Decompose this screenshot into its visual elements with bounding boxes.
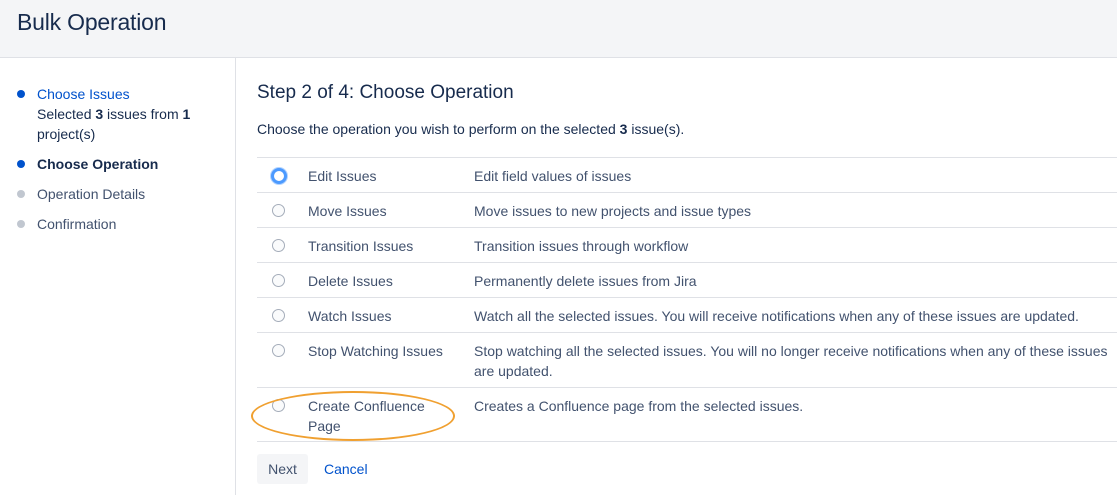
step-heading: Step 2 of 4: Choose Operation	[257, 82, 514, 103]
operation-name: Watch Issues	[308, 308, 392, 324]
step-confirmation: Confirmation	[37, 216, 117, 232]
operation-row-delete[interactable]: Delete Issues Permanently delete issues …	[257, 262, 1117, 297]
operation-name: Create Confluence Page	[308, 398, 425, 434]
step-operation-details: Operation Details	[37, 186, 146, 202]
operation-row-stop-watching[interactable]: Stop Watching Issues Stop watching all t…	[257, 332, 1117, 387]
radio-move-issues[interactable]	[272, 204, 285, 217]
operation-description: Edit field values of issues	[474, 168, 632, 184]
step-choose-issues-link[interactable]: Choose Issues	[37, 86, 130, 102]
operation-description: Transition issues through workflow	[474, 238, 689, 254]
intro-text: Choose the operation you wish to perform…	[257, 121, 685, 137]
step-choose-issues: Choose Issues Selected 3 issues from 1 pr…	[37, 84, 217, 144]
radio-delete-issues[interactable]	[272, 274, 285, 287]
operation-row-move[interactable]: Move Issues Move issues to new projects …	[257, 192, 1117, 227]
step-pending-dot	[17, 190, 25, 198]
operation-description: Stop watching all the selected issues. Y…	[474, 343, 1108, 379]
operation-row-watch[interactable]: Watch Issues Watch all the selected issu…	[257, 297, 1117, 332]
radio-stop-watching-issues[interactable]	[272, 344, 285, 357]
cancel-link[interactable]: Cancel	[324, 454, 368, 484]
radio-transition-issues[interactable]	[272, 239, 285, 252]
page-title: Bulk Operation	[17, 9, 167, 35]
steps-sidebar: Choose Issues Selected 3 issues from 1 pr…	[0, 58, 236, 495]
step-pending-dot	[17, 220, 25, 228]
step-complete-dot	[17, 90, 25, 98]
operation-description: Creates a Confluence page from the selec…	[474, 398, 804, 414]
step-current-dot	[17, 160, 25, 168]
step-choose-operation: Choose Operation	[37, 156, 159, 172]
operation-name: Delete Issues	[308, 273, 393, 289]
radio-edit-issues[interactable]	[271, 168, 287, 184]
operation-row-transition[interactable]: Transition Issues Transition issues thro…	[257, 227, 1117, 262]
radio-watch-issues[interactable]	[272, 309, 285, 322]
radio-create-confluence-page[interactable]	[272, 399, 285, 412]
next-button[interactable]: Next	[257, 454, 308, 484]
operation-name: Edit Issues	[308, 168, 377, 184]
operation-row-edit[interactable]: Edit Issues Edit field values of issues	[257, 157, 1117, 192]
operation-description: Permanently delete issues from Jira	[474, 273, 697, 289]
page-header: Bulk Operation	[0, 0, 1117, 58]
main-content: Step 2 of 4: Choose Operation Choose the…	[257, 58, 1117, 495]
operation-row-create-confluence-page[interactable]: Create Confluence Page Creates a Conflue…	[257, 387, 1117, 442]
operation-name: Stop Watching Issues	[308, 343, 443, 359]
operation-description: Watch all the selected issues. You will …	[474, 308, 1079, 324]
step-choose-issues-summary: Selected 3 issues from 1 project(s)	[37, 106, 191, 142]
operations-list: Edit Issues Edit field values of issues …	[257, 157, 1117, 442]
operation-name: Move Issues	[308, 203, 387, 219]
operation-name: Transition Issues	[308, 238, 414, 254]
operation-description: Move issues to new projects and issue ty…	[474, 203, 752, 219]
